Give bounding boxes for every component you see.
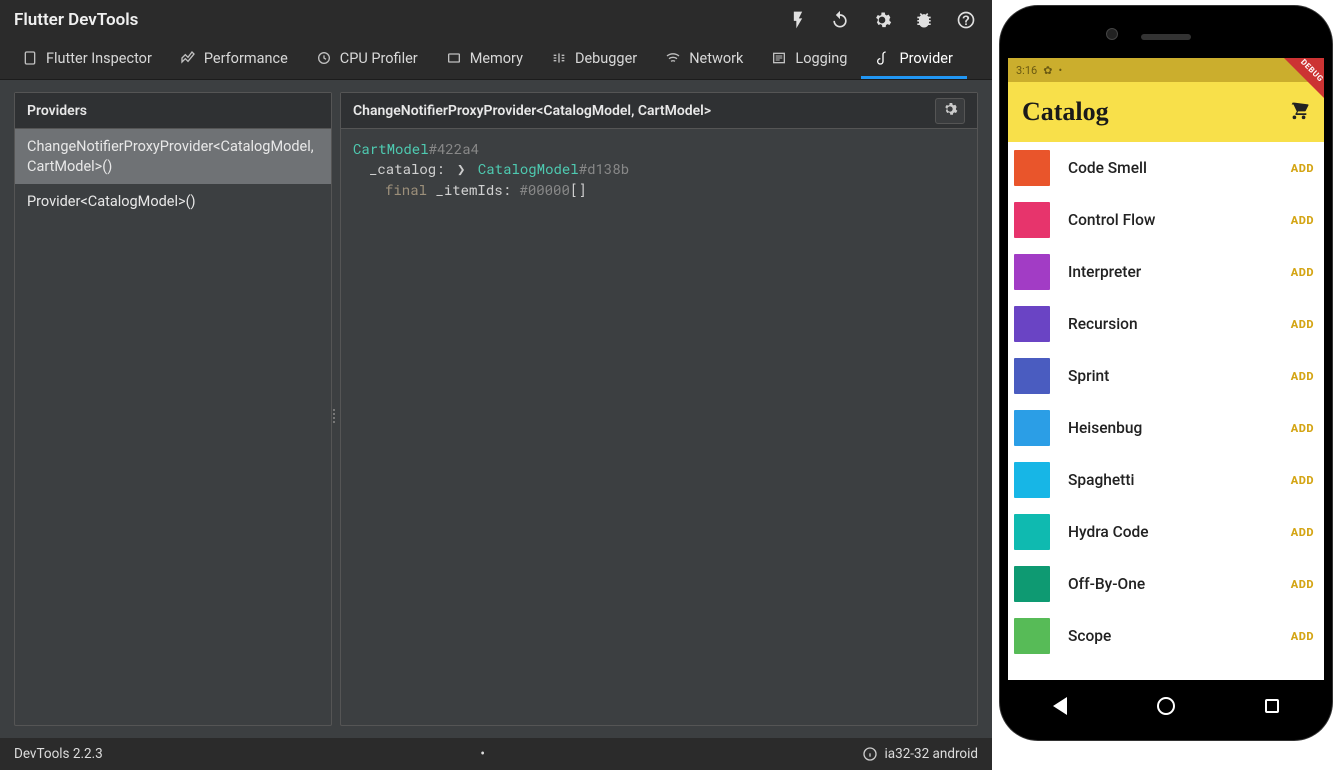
app-title: Flutter DevTools	[14, 10, 138, 30]
item-name: Interpreter	[1068, 263, 1273, 281]
list-item[interactable]: Hydra Code ADD	[1008, 506, 1324, 558]
add-button[interactable]: ADD	[1291, 578, 1314, 591]
item-name: Spaghetti	[1068, 471, 1273, 489]
color-swatch	[1014, 254, 1050, 290]
android-statusbar: 3:16 ✿ • ▾	[1008, 58, 1324, 82]
workspace: Providers ChangeNotifierProxyProvider<Ca…	[0, 80, 992, 738]
list-item[interactable]: Interpreter ADD	[1008, 246, 1324, 298]
list-item[interactable]: Control Flow ADD	[1008, 194, 1324, 246]
item-name: Recursion	[1068, 315, 1273, 333]
resize-handle[interactable]	[331, 409, 337, 437]
list-item[interactable]: Code Smell ADD	[1008, 142, 1324, 194]
detail-body: CartModel#422a4 _catalog: ❯ CatalogModel…	[341, 129, 977, 725]
tab-cpu[interactable]: CPU Profiler	[302, 40, 432, 79]
item-name: Control Flow	[1068, 211, 1273, 229]
tab-logging[interactable]: Logging	[757, 40, 861, 79]
cart-icon[interactable]	[1288, 99, 1310, 125]
provider-item[interactable]: Provider<CatalogModel>()	[15, 184, 331, 220]
list-item[interactable]: Sprint ADD	[1008, 350, 1324, 402]
providers-list: ChangeNotifierProxyProvider<CatalogModel…	[15, 129, 331, 725]
field-keyword: final	[385, 180, 435, 199]
phone-frame: 3:16 ✿ • ▾ DEBUG Catalog Code SmellADDCo…	[1000, 6, 1332, 740]
provider-item[interactable]: ChangeNotifierProxyProvider<CatalogModel…	[15, 129, 331, 184]
add-button[interactable]: ADD	[1291, 370, 1314, 383]
item-name: Heisenbug	[1068, 419, 1273, 437]
providers-panel: Providers ChangeNotifierProxyProvider<Ca…	[14, 92, 332, 726]
statusbar: DevTools 2.2.3 • ia32-32 android	[0, 738, 992, 770]
list-item[interactable]: Off-By-One ADD	[1008, 558, 1324, 610]
devtools-version: DevTools 2.2.3	[14, 746, 103, 762]
field-name: _itemIds:	[435, 180, 511, 199]
color-swatch	[1014, 566, 1050, 602]
list-item[interactable]: Spaghetti ADD	[1008, 454, 1324, 506]
add-button[interactable]: ADD	[1291, 266, 1314, 279]
phone-preview: 3:16 ✿ • ▾ DEBUG Catalog Code SmellADDCo…	[992, 0, 1340, 770]
bolt-icon[interactable]	[786, 8, 810, 32]
list-item[interactable]: Recursion ADD	[1008, 298, 1324, 350]
list-item[interactable]: Scope ADD	[1008, 610, 1324, 662]
target-info: ia32-32 android	[862, 746, 978, 762]
color-swatch	[1014, 306, 1050, 342]
color-swatch	[1014, 358, 1050, 394]
field-name: _catalog:	[369, 159, 445, 178]
app-screen: 3:16 ✿ • ▾ DEBUG Catalog Code SmellADDCo…	[1008, 58, 1324, 680]
add-button[interactable]: ADD	[1291, 214, 1314, 227]
add-button[interactable]: ADD	[1291, 526, 1314, 539]
color-swatch	[1014, 618, 1050, 654]
add-button[interactable]: ADD	[1291, 630, 1314, 643]
gear-icon: ✿	[1043, 64, 1052, 77]
help-icon[interactable]	[954, 8, 978, 32]
list-item[interactable]: Heisenbug ADD	[1008, 402, 1324, 454]
topbar: Flutter DevTools	[0, 0, 992, 40]
item-name: Hydra Code	[1068, 523, 1273, 541]
home-button[interactable]	[1157, 697, 1175, 715]
tab-network[interactable]: Network	[651, 40, 757, 79]
catalog-list[interactable]: Code Smell ADD Control Flow ADD Interpreter A…	[1008, 142, 1324, 662]
tab-memory[interactable]: Memory	[432, 40, 537, 79]
chevron-right-icon[interactable]: ❯	[457, 159, 465, 179]
color-swatch	[1014, 462, 1050, 498]
topbar-actions	[786, 8, 978, 32]
detail-panel: ChangeNotifierProxyProvider<CatalogModel…	[340, 92, 978, 726]
recents-button[interactable]	[1265, 699, 1279, 713]
detail-header: ChangeNotifierProxyProvider<CatalogModel…	[341, 93, 977, 129]
item-name: Off-By-One	[1068, 575, 1273, 593]
tab-inspector[interactable]: Flutter Inspector	[8, 40, 166, 79]
gear-icon[interactable]	[870, 8, 894, 32]
root-hash: #422a4	[429, 139, 479, 158]
detail-gear-button[interactable]	[935, 98, 965, 124]
tab-bar: Flutter Inspector Performance CPU Profil…	[0, 40, 992, 80]
item-name: Code Smell	[1068, 159, 1273, 177]
reload-icon[interactable]	[828, 8, 852, 32]
item-name: Sprint	[1068, 367, 1273, 385]
add-button[interactable]: ADD	[1291, 162, 1314, 175]
android-navbar	[1008, 680, 1324, 732]
color-swatch	[1014, 150, 1050, 186]
color-swatch	[1014, 202, 1050, 238]
color-swatch	[1014, 514, 1050, 550]
app-header: Catalog	[1008, 82, 1324, 142]
page-title: Catalog	[1022, 97, 1109, 127]
add-button[interactable]: ADD	[1291, 474, 1314, 487]
item-name: Scope	[1068, 627, 1273, 645]
providers-header: Providers	[15, 93, 331, 129]
add-button[interactable]: ADD	[1291, 422, 1314, 435]
field-type[interactable]: CatalogModel	[478, 159, 579, 178]
info-icon	[862, 746, 878, 762]
color-swatch	[1014, 410, 1050, 446]
tab-debugger[interactable]: Debugger	[537, 40, 651, 79]
add-button[interactable]: ADD	[1291, 318, 1314, 331]
back-button[interactable]	[1053, 697, 1067, 715]
phone-bezel-top	[1008, 14, 1324, 54]
root-type[interactable]: CartModel	[353, 139, 429, 158]
tab-provider[interactable]: Provider	[861, 40, 966, 79]
devtools-window: Flutter DevTools Flutter Inspector Perfo…	[0, 0, 992, 770]
tab-performance[interactable]: Performance	[166, 40, 302, 79]
bug-icon[interactable]	[912, 8, 936, 32]
